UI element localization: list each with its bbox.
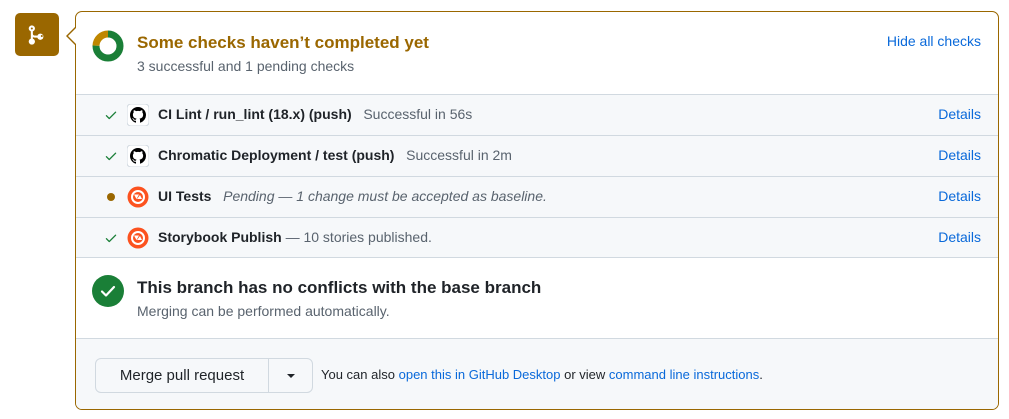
merge-pull-request-button[interactable]: Merge pull request <box>96 359 269 392</box>
open-github-desktop-link[interactable]: open this in GitHub Desktop <box>399 367 561 382</box>
chromatic-icon <box>127 227 149 249</box>
git-branch-icon <box>15 13 59 56</box>
check-mark-icon <box>103 148 119 164</box>
github-icon <box>126 144 150 168</box>
check-name: Storybook Publish <box>158 229 282 245</box>
check-row: Storybook Publish — 10 stories published… <box>76 217 998 258</box>
command-line-instructions-link[interactable]: command line instructions <box>609 367 759 382</box>
github-icon <box>126 103 150 127</box>
pending-dot-icon <box>103 189 119 205</box>
hide-all-checks-link[interactable]: Hide all checks <box>887 33 981 49</box>
checks-progress-donut <box>92 30 124 62</box>
check-row: CI Lint / run_lint (18.x) (push) Success… <box>76 94 998 135</box>
check-mark-icon <box>103 107 119 123</box>
details-link[interactable]: Details <box>938 106 981 122</box>
chromatic-icon <box>127 186 149 208</box>
details-link[interactable]: Details <box>938 229 981 245</box>
details-link[interactable]: Details <box>938 147 981 163</box>
checks-summary: 3 successful and 1 pending checks <box>137 58 355 74</box>
merge-box: Some checks haven’t completed yet 3 succ… <box>75 11 999 410</box>
checks-list: CI Lint / run_lint (18.x) (push) Success… <box>76 94 998 258</box>
check-name: UI Tests <box>158 188 212 204</box>
check-mark-icon <box>103 230 119 246</box>
check-circle-icon <box>92 275 124 307</box>
check-description: Pending — 1 change must be accepted as b… <box>223 188 547 204</box>
checks-header: Some checks haven’t completed yet 3 succ… <box>76 12 998 94</box>
conflicts-subtitle: Merging can be performed automatically. <box>137 303 390 319</box>
check-description: Successful in 2m <box>406 147 512 163</box>
check-name: Chromatic Deployment / test (push) <box>158 147 395 163</box>
checks-title: Some checks haven’t completed yet <box>137 33 429 52</box>
check-row: UI Tests Pending — 1 change must be acce… <box>76 176 998 217</box>
conflicts-title: This branch has no conflicts with the ba… <box>137 278 542 297</box>
merge-note: You can also open this in GitHub Desktop… <box>321 367 763 382</box>
merge-button-group: Merge pull request <box>95 358 313 393</box>
check-description: Successful in 56s <box>363 106 473 122</box>
no-conflicts-section: This branch has no conflicts with the ba… <box>76 258 998 338</box>
details-link[interactable]: Details <box>938 188 981 204</box>
merge-actions: Merge pull request You can also open thi… <box>76 338 998 409</box>
check-description: — 10 stories published. <box>285 229 432 245</box>
merge-method-dropdown[interactable] <box>269 359 312 392</box>
check-row: Chromatic Deployment / test (push) Succe… <box>76 135 998 176</box>
check-name: CI Lint / run_lint (18.x) (push) <box>158 106 352 122</box>
triangle-down-icon <box>286 373 295 378</box>
